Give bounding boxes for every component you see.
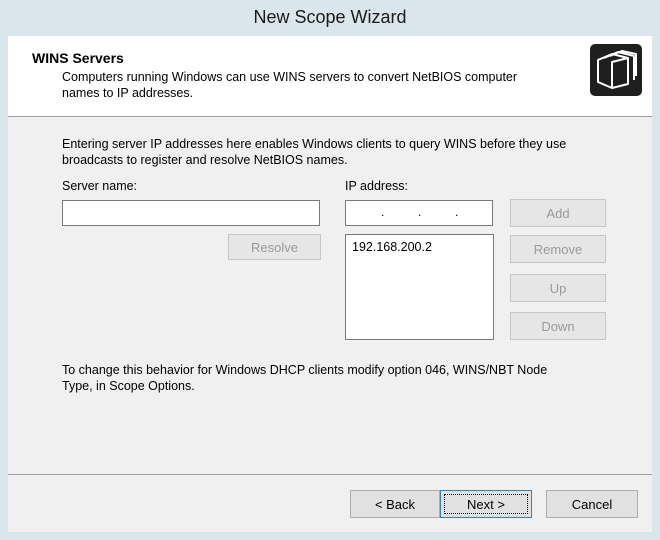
header-subtitle: Computers running Windows can use WINS s… [62, 70, 518, 100]
next-button[interactable]: Next > [440, 490, 532, 518]
resolve-button[interactable]: Resolve [228, 234, 321, 260]
ip-separator: . [455, 205, 459, 219]
back-button[interactable]: < Back [350, 490, 440, 518]
wizard-window: WINS Servers Computers running Windows c… [8, 36, 652, 532]
footer-text: To change this behavior for Windows DHCP… [62, 363, 548, 393]
list-item[interactable]: 192.168.200.2 [352, 240, 432, 254]
title-bar[interactable]: New Scope Wizard [0, 0, 660, 36]
ip-address-list[interactable]: 192.168.200.2 [345, 234, 494, 340]
up-button[interactable]: Up [510, 274, 606, 302]
down-button[interactable]: Down [510, 312, 606, 340]
ip-separator: . [381, 205, 385, 219]
add-button[interactable]: Add [510, 199, 606, 227]
window-title: New Scope Wizard [253, 7, 407, 27]
server-name-input[interactable] [62, 200, 320, 226]
server-name-label: Server name: [62, 179, 138, 193]
header-title: WINS Servers [32, 50, 124, 66]
wizard-header: WINS Servers Computers running Windows c… [8, 36, 652, 117]
intro-text: Entering server IP addresses here enable… [62, 137, 567, 167]
ip-separator: . [418, 205, 422, 219]
footer-divider [8, 474, 652, 475]
ip-address-input[interactable]: . . . [345, 200, 493, 226]
remove-button[interactable]: Remove [510, 235, 606, 263]
folders-icon [590, 44, 642, 96]
next-button-label: Next > [467, 496, 505, 512]
cancel-button[interactable]: Cancel [546, 490, 638, 518]
ip-address-label: IP address: [345, 179, 409, 193]
